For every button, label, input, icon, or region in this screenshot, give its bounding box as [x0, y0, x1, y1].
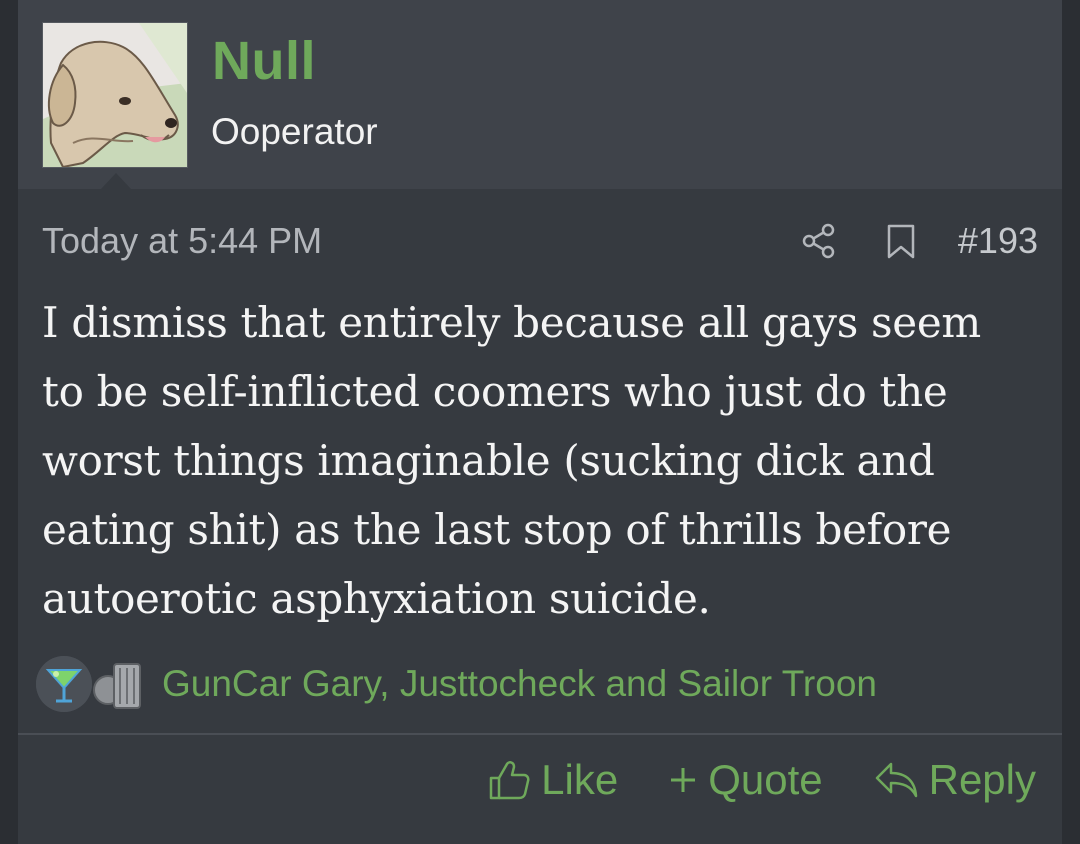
reply-arrow-icon [873, 760, 919, 800]
post-container: Null Ooperator Today at 5:44 PM #193 I d… [18, 0, 1062, 844]
user-title: Ooperator [211, 111, 378, 152]
reaction-users[interactable]: GunCar Gary, Justtocheck and Sailor Troo… [162, 662, 877, 706]
post-number[interactable]: #193 [958, 220, 1038, 262]
user-avatar[interactable] [42, 22, 188, 168]
share-icon[interactable] [800, 222, 838, 260]
like-label: Like [541, 756, 619, 803]
post-meta-bar: Today at 5:44 PM #193 [42, 216, 1038, 266]
dog-avatar-image [43, 23, 187, 167]
like-button[interactable]: Like [487, 754, 618, 806]
avatar-pointer-arrow [101, 173, 131, 189]
quote-label: Quote [708, 756, 823, 803]
post-footer-divider [18, 733, 1062, 735]
post-date[interactable]: Today at 5:44 PM [42, 220, 322, 262]
post-body: I dismiss that entirely because all gays… [42, 288, 1042, 633]
post-body-line: I dismiss that entirely because all gays… [42, 298, 981, 347]
post-actions: Like Quote Reply [487, 752, 1036, 808]
username[interactable]: Null [212, 30, 316, 92]
quote-button[interactable]: Quote [668, 754, 823, 806]
reply-button[interactable]: Reply [873, 754, 1036, 806]
bookmark-icon[interactable] [882, 222, 920, 260]
reply-label: Reply [928, 756, 1036, 803]
cocktail-icon [36, 656, 92, 712]
trash-can-icon [86, 656, 146, 712]
post-body-line: worst things imaginable (sucking dick an… [42, 436, 935, 485]
post-body-line: to be self-inflicted coomers who just do… [42, 367, 948, 416]
thumbs-up-icon [487, 758, 531, 802]
reactions-bar[interactable]: GunCar Gary, Justtocheck and Sailor Troo… [36, 656, 1036, 712]
post-body-line: autoerotic asphyxiation suicide. [42, 574, 711, 623]
post-body-line: eating shit) as the last stop of thrills… [42, 505, 952, 554]
post-user-header: Null Ooperator [18, 0, 1062, 189]
plus-icon [668, 765, 698, 795]
